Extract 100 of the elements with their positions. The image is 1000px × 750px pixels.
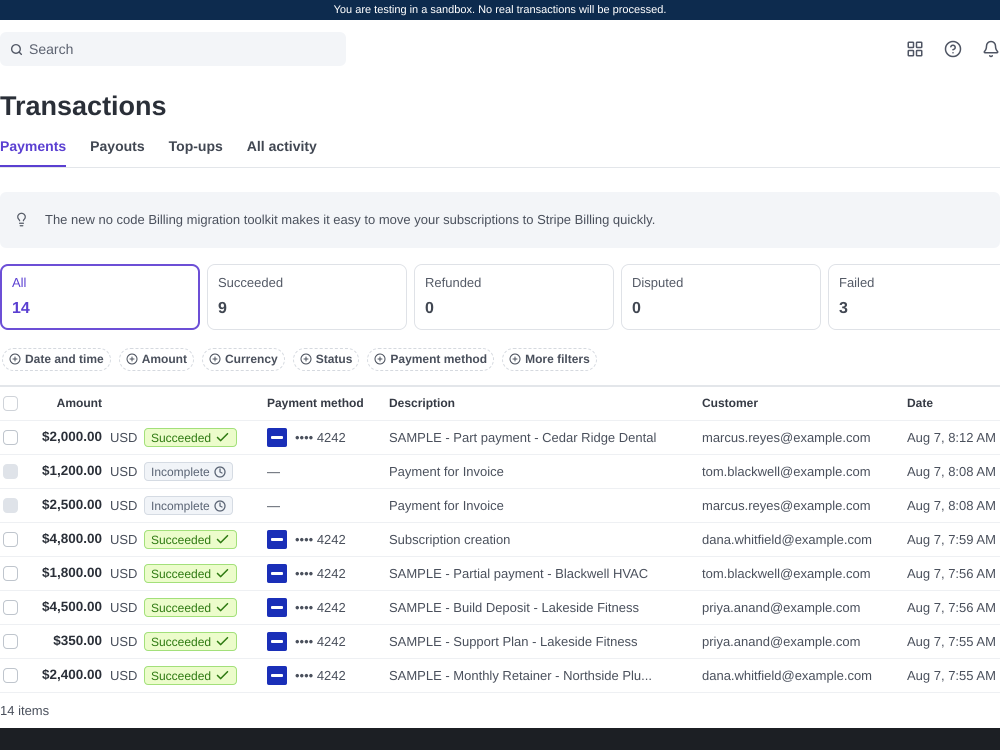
status-badge: Succeeded [144,428,238,447]
notifications-icon[interactable] [982,40,1000,58]
filter-chip[interactable]: Amount [118,348,194,371]
table-row[interactable]: $4,800.00 USD Succeeded •••• 4242 Subscription creation dana.whitfield@example.com Aug 7, 7:59 AM [0,522,1000,557]
card-number-text: •••• 4242 [295,564,346,582]
date-text: Aug 7, 7:59 AM [907,532,996,546]
column-header[interactable]: Description [389,396,456,410]
filter-chip[interactable]: Status [292,348,360,371]
customer-email: tom.blackwell@example.com [702,566,871,580]
tab[interactable]: Payouts [90,132,145,167]
row-checkbox[interactable] [3,430,18,445]
currency-text: USD [110,566,138,580]
plus-icon [209,353,222,366]
filter-chip[interactable]: Date and time [2,348,111,371]
plus-icon [509,353,522,366]
date-text: Aug 7, 8:12 AM [907,430,996,444]
currency-text: USD [110,600,138,614]
amount-text: $1,200.00 [42,463,102,478]
column-header[interactable]: Customer [702,396,758,410]
card-brand-icon [267,632,287,651]
status-badge: Succeeded [144,666,238,685]
card-brand-icon [267,530,287,549]
description-text: SAMPLE - Monthly Retainer - Northside Plu... [389,668,652,682]
plus-icon [374,353,386,366]
status-badge: Succeeded [144,598,238,617]
description-text: Subscription creation [389,532,510,546]
search-field[interactable]: Search [0,32,346,66]
status-badge: Incomplete [144,496,233,515]
tab[interactable]: All activity [246,132,317,167]
filter-chip[interactable]: More filters [502,348,597,371]
card-brand-icon [267,666,287,685]
lightbulb-icon [14,212,29,228]
column-header[interactable]: Amount [56,396,102,410]
description-text: Payment for Invoice [389,464,504,478]
amount-text: $2,400.00 [42,667,102,682]
status-badge: Succeeded [144,530,238,549]
status-filter-card[interactable]: Disputed 0 [621,264,821,330]
customer-email: marcus.reyes@example.com [702,498,871,512]
table-row[interactable]: $350.00 USD Succeeded •••• 4242 SAMPLE - Support Plan - Lakeside Fitness priya.anand@example.com Aug 7, 7:55 AM [0,624,1000,659]
currency-text: USD [110,498,138,512]
column-header[interactable]: Payment method [267,396,364,410]
status-filter-card[interactable]: Failed 3 [828,264,1000,330]
status-filter-card[interactable]: Succeeded 9 [207,264,407,330]
customer-email: tom.blackwell@example.com [702,464,871,478]
description-text: SAMPLE - Partial payment - Blackwell HVAC [389,566,648,580]
plus-icon [9,353,21,366]
customer-email: dana.whitfield@example.com [702,532,872,546]
card-number-text: •••• 4242 [295,428,346,446]
tab[interactable]: Top-ups [168,132,223,167]
customer-email: marcus.reyes@example.com [702,430,871,444]
card-brand-icon [267,598,287,617]
page-title: Transactions [0,90,168,123]
amount-text: $2,000.00 [42,429,102,444]
amount-text: $4,500.00 [42,599,102,614]
item-count: 14 items [0,702,50,718]
row-checkbox[interactable] [3,668,18,683]
table-row[interactable]: $4,500.00 USD Succeeded •••• 4242 SAMPLE - Build Deposit - Lakeside Fitness priya.anand@example.com Aug 7, 7:56 AM [0,590,1000,625]
plus-icon [300,353,312,366]
clock-icon [214,466,226,478]
card-number-text: — [267,496,280,514]
card-brand-icon [267,428,287,447]
status-filter-card[interactable]: All 14 [0,264,200,330]
status-badge: Succeeded [144,564,238,583]
filter-chip[interactable]: Currency [202,348,285,371]
customer-email: priya.anand@example.com [702,634,860,648]
help-icon[interactable] [944,40,962,58]
status-badge: Succeeded [144,632,238,651]
clock-icon [214,500,226,512]
table-row[interactable]: $2,400.00 USD Succeeded •••• 4242 SAMPLE - Monthly Retainer - Northside Plu... dana.whitfield@example.com Aug 7, 7:55 AM [0,658,1000,693]
select-all-checkbox[interactable] [3,396,18,411]
card-brand-icon [267,564,287,583]
search-icon [10,43,23,56]
add-apps-icon[interactable] [906,40,924,58]
row-checkbox[interactable] [3,566,18,581]
customer-email: dana.whitfield@example.com [702,668,872,682]
row-checkbox[interactable] [3,600,18,615]
description-text: SAMPLE - Build Deposit - Lakeside Fitness [389,600,639,614]
row-checkbox[interactable] [3,634,18,649]
table-row[interactable]: $2,000.00 USD Succeeded •••• 4242 SAMPLE - Part payment - Cedar Ridge Dental marcus.reyes@example.com Aug 7, 8:12 AM [0,420,1000,455]
column-header[interactable]: Date [907,396,934,410]
currency-text: USD [110,668,138,682]
description-text: Payment for Invoice [389,498,504,512]
amount-text: $4,800.00 [42,531,102,546]
tab[interactable]: Payments [0,132,66,167]
customer-email: priya.anand@example.com [702,600,860,614]
table-row[interactable]: $1,800.00 USD Succeeded •••• 4242 SAMPLE - Partial payment - Blackwell HVAC tom.blackwell@example.com Aug 7, 7:56 AM [0,556,1000,591]
amount-text: $1,800.00 [42,565,102,580]
banner-text: You are testing in a sandbox. No real transactions will be processed. [334,4,666,16]
date-text: Aug 7, 8:08 AM [907,464,996,478]
date-text: Aug 7, 7:56 AM [907,566,996,580]
filter-chip[interactable]: Payment method [367,348,494,371]
plus-icon [126,353,138,366]
row-checkbox[interactable] [3,532,18,547]
currency-text: USD [110,634,138,648]
card-number-text: •••• 4242 [295,632,346,650]
status-filter-card[interactable]: Refunded 0 [414,264,614,330]
card-number-text: •••• 4242 [295,666,346,684]
description-text: SAMPLE - Part payment - Cedar Ridge Dental [389,430,656,444]
notice-text: The new no code Billing migration toolkit makes it easy to move your subscriptions to Stripe Billing quickly. [45,211,656,229]
status-badge: Incomplete [144,462,233,481]
